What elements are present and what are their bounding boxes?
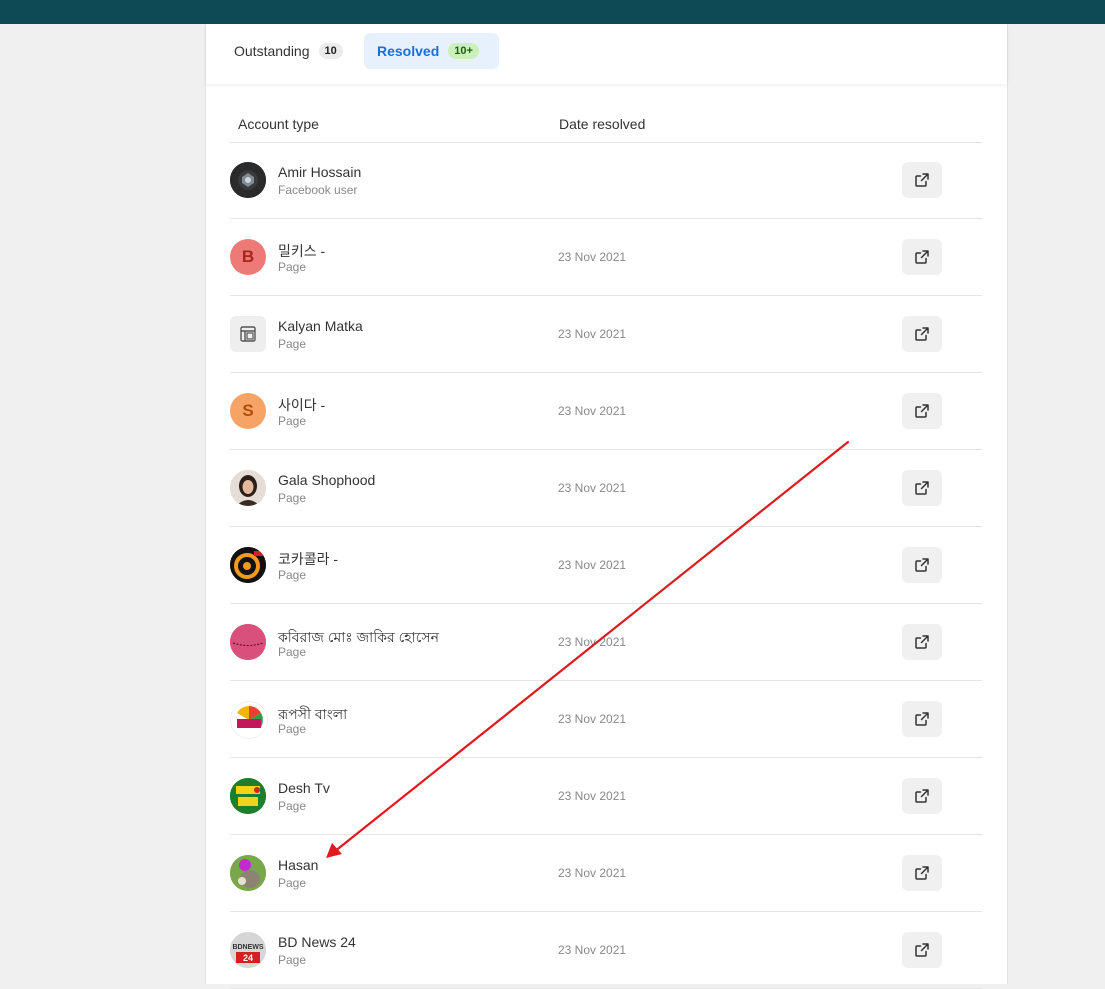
table-row: Amir Hossain Facebook user (230, 142, 982, 219)
account-type: Page (278, 568, 307, 582)
table-row: রূপসী বাংলা Page 23 Nov 2021 (230, 681, 982, 758)
avatar: B (230, 239, 266, 275)
account-type: Page (278, 645, 307, 659)
account-name[interactable]: Desh Tv (278, 780, 330, 796)
account-name[interactable]: BD News 24 (278, 934, 356, 950)
external-link-icon (915, 558, 929, 572)
open-button[interactable] (902, 470, 942, 506)
date-resolved: 23 Nov 2021 (558, 635, 627, 649)
logo-text-top: BDNEWS (232, 944, 263, 951)
account-name[interactable]: Gala Shophood (278, 472, 375, 488)
channel-logo-icon: BDNEWS 24 (230, 932, 266, 968)
avatar (230, 778, 266, 814)
avatar: S (230, 393, 266, 429)
open-button[interactable] (902, 547, 942, 583)
channel-logo-icon (231, 702, 267, 738)
external-link-icon (915, 789, 929, 803)
open-button[interactable] (902, 239, 942, 275)
account-type: Page (278, 337, 307, 351)
channel-logo-icon (230, 778, 266, 814)
table-row: Desh Tv Page 23 Nov 2021 (230, 758, 982, 835)
table-row: Hasan Page 23 Nov 2021 (230, 835, 982, 912)
open-button[interactable] (902, 393, 942, 429)
tab-resolved-count: 10+ (448, 43, 479, 59)
avatar (230, 701, 268, 739)
profile-photo-icon (230, 470, 266, 506)
account-name[interactable]: 사이다 - (278, 395, 325, 415)
profile-photo-icon (230, 855, 266, 891)
table-row: S 사이다 - Page 23 Nov 2021 (230, 373, 982, 450)
avatar (230, 162, 266, 198)
account-name[interactable]: Amir Hossain (278, 164, 361, 180)
table-row: Gala Shophood Page 23 Nov 2021 (230, 450, 982, 527)
date-resolved: 23 Nov 2021 (558, 327, 627, 341)
open-button[interactable] (902, 932, 942, 968)
avatar (230, 855, 266, 891)
page-icon (240, 326, 256, 342)
account-type: Page (278, 876, 307, 890)
open-button[interactable] (902, 316, 942, 352)
date-resolved: 23 Nov 2021 (558, 943, 627, 957)
external-link-icon (915, 250, 929, 264)
avatar-letter: S (242, 401, 254, 420)
account-type: Page (278, 953, 307, 967)
account-name[interactable]: 밀키스 - (278, 241, 325, 261)
account-type: Page (278, 414, 307, 428)
table-row: B 밀키스 - Page 23 Nov 2021 (230, 219, 982, 296)
resolved-list: Amir Hossain Facebook user B 밀키스 - Page … (230, 142, 982, 989)
tab-outstanding-count: 10 (318, 43, 343, 59)
external-link-icon (915, 866, 929, 880)
date-resolved: 23 Nov 2021 (558, 866, 627, 880)
account-name[interactable]: Kalyan Matka (278, 318, 363, 334)
external-link-icon (915, 712, 929, 726)
date-resolved: 23 Nov 2021 (558, 789, 627, 803)
table-row: কবিরাজ মোঃ জাকির হোসেন Page 23 Nov 2021 (230, 604, 982, 681)
avatar (230, 624, 266, 660)
tab-bar: Outstanding 10 Resolved 10+ (206, 24, 1007, 84)
date-resolved: 23 Nov 2021 (558, 712, 627, 726)
profile-photo-icon (230, 624, 266, 660)
tab-outstanding[interactable]: Outstanding 10 (224, 33, 364, 69)
external-link-icon (915, 173, 929, 187)
open-button[interactable] (902, 778, 942, 814)
open-button[interactable] (902, 624, 942, 660)
date-resolved: 23 Nov 2021 (558, 481, 627, 495)
external-link-icon (915, 404, 929, 418)
open-button[interactable] (902, 701, 942, 737)
table-row: Kalyan Matka Page 23 Nov 2021 (230, 296, 982, 373)
content-panel: Outstanding 10 Resolved 10+ Account type… (205, 24, 1008, 989)
table-row: BDNEWS 24 BD News 24 Page 23 Nov 2021 (230, 912, 982, 989)
avatar: BDNEWS 24 (230, 932, 266, 968)
account-name[interactable]: Hasan (278, 857, 318, 873)
top-bar (0, 0, 1105, 24)
account-type: Page (278, 799, 307, 813)
avatar (230, 316, 266, 352)
external-link-icon (915, 943, 929, 957)
open-button[interactable] (902, 855, 942, 891)
channel-logo-icon (230, 547, 266, 583)
account-type: Page (278, 260, 307, 274)
avatar (230, 547, 266, 583)
account-type: Facebook user (278, 183, 358, 197)
avatar (230, 470, 266, 506)
table-header: Account type Date resolved (230, 110, 982, 143)
column-header-account-type: Account type (238, 116, 319, 132)
external-link-icon (915, 327, 929, 341)
external-link-icon (915, 635, 929, 649)
open-button[interactable] (902, 162, 942, 198)
date-resolved: 23 Nov 2021 (558, 404, 627, 418)
tab-resolved[interactable]: Resolved 10+ (364, 33, 499, 69)
date-resolved: 23 Nov 2021 (558, 558, 627, 572)
account-name[interactable]: 코카콜라 - (278, 549, 338, 569)
date-resolved: 23 Nov 2021 (558, 250, 627, 264)
tab-resolved-label: Resolved (377, 43, 440, 59)
account-type: Page (278, 722, 307, 736)
table-row: 코카콜라 - Page 23 Nov 2021 (230, 527, 982, 604)
tab-outstanding-label: Outstanding (234, 43, 310, 59)
profile-photo-icon (230, 162, 266, 198)
external-link-icon (915, 481, 929, 495)
account-type: Page (278, 491, 307, 505)
column-header-date-resolved: Date resolved (559, 116, 646, 132)
avatar-letter: B (241, 247, 255, 266)
